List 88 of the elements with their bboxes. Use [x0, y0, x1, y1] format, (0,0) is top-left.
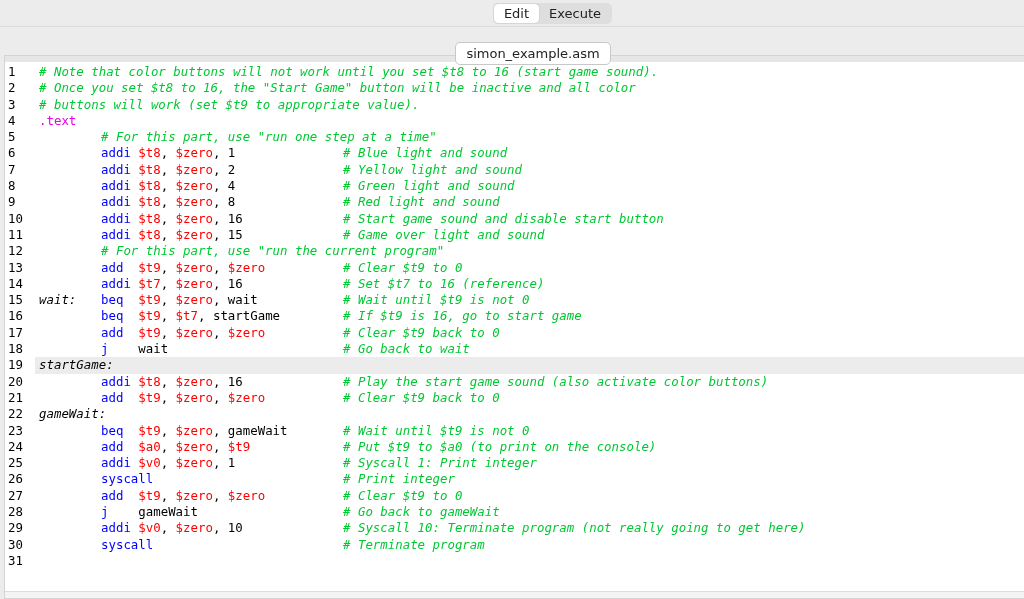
line-number: 24	[7, 438, 24, 456]
code-label: wait:	[39, 292, 77, 309]
line-number: 7	[7, 161, 17, 179]
line-number: 21	[7, 389, 24, 407]
file-tab[interactable]: simon_example.asm	[455, 42, 611, 65]
code-instruction: j wait	[101, 341, 169, 358]
line-number: 14	[7, 275, 24, 293]
line-number: 5	[7, 129, 17, 146]
line-number: 20	[7, 373, 24, 390]
line-number: 17	[7, 324, 24, 342]
line-number: 16	[7, 308, 24, 325]
code-label: startGame:	[39, 357, 114, 374]
code-comment: # Go back to wait	[343, 341, 470, 358]
code-comment: # Note that color buttons will not work until you set $t8 to 16 (start game sound).	[39, 64, 659, 81]
code-instruction: beq $t9, $zero, wait	[101, 292, 258, 309]
line-number: 1	[7, 64, 17, 81]
code-comment: # Terminate program	[343, 536, 485, 553]
line-number: 26	[7, 471, 24, 488]
line-number: 25	[7, 455, 24, 472]
line-number: 30	[7, 536, 24, 553]
horizontal-scrollbar[interactable]	[5, 591, 1024, 598]
code-directive: .text	[39, 112, 77, 130]
code-comment: # Yellow light and sound	[343, 161, 523, 179]
line-number: 28	[7, 504, 24, 521]
line-number: 2	[7, 80, 17, 97]
code-comment: # Wait until $t9 is not 0	[343, 422, 530, 439]
code-instruction: addi $t8, $zero, 4	[101, 178, 236, 195]
line-number: 22	[7, 406, 24, 423]
code-comment: # For this part, use "run the current program"	[101, 243, 445, 260]
line-number: 12	[7, 243, 24, 260]
line-number: 29	[7, 520, 24, 537]
code-comment: # If $t9 is 16, go to start game	[343, 308, 582, 325]
code-comment: # Syscall 1: Print integer	[343, 455, 537, 472]
line-number: 11	[7, 226, 24, 244]
code-instruction: addi $t8, $zero, 2	[101, 161, 236, 179]
line-number: 23	[7, 422, 24, 439]
code-label: gameWait:	[39, 406, 107, 423]
code-comment: # Put $t9 to $a0 (to print on the console)	[343, 438, 657, 456]
code-instruction: beq $t9, $zero, gameWait	[101, 422, 288, 439]
line-number: 27	[7, 487, 24, 504]
line-number: 10	[7, 210, 24, 227]
code-comment: # Clear $t9 back to 0	[343, 389, 500, 407]
code-comment: # Green light and sound	[343, 178, 515, 195]
line-number: 31	[7, 552, 24, 570]
code-instruction: add $t9, $zero, $zero	[101, 389, 266, 407]
mode-tab[interactable]: Edit	[493, 3, 540, 23]
code-comment: # For this part, use "run one step at a time"	[101, 129, 437, 146]
code-comment: # Game over light and sound	[343, 226, 545, 244]
line-number: 3	[7, 96, 17, 113]
code-comment: # Blue light and sound	[343, 145, 508, 162]
line-number: 18	[7, 341, 24, 358]
line-number: 9	[7, 194, 17, 211]
code-instruction: addi $t8, $zero, 8	[101, 194, 236, 211]
line-number: 13	[7, 259, 24, 276]
code-instruction: j gameWait	[101, 504, 198, 521]
code-instruction: beq $t9, $t7, startGame	[101, 308, 281, 325]
code-instruction: addi $v0, $zero, 10	[101, 520, 243, 537]
code-instruction: addi $t8, $zero, 15	[101, 226, 243, 244]
code-instruction: addi $t8, $zero, 16	[101, 373, 243, 390]
mode-tab[interactable]: Execute	[539, 3, 612, 23]
line-number: 6	[7, 145, 17, 162]
code-instruction: addi $v0, $zero, 1	[101, 455, 236, 472]
code-comment: # Once you set $t8 to 16, the "Start Game" button will be inactive and all color	[39, 80, 636, 97]
code-instruction: addi $t8, $zero, 16	[101, 210, 243, 227]
code-instruction: add $a0, $zero, $t9	[101, 438, 251, 456]
code-comment: # Print integer	[343, 471, 455, 488]
code-comment: # Clear $t9 to 0	[343, 487, 463, 504]
code-instruction: syscall	[101, 471, 154, 488]
code-comment: # Set $t7 to 16 (reference)	[343, 275, 545, 293]
code-comment: # buttons will work (set $t9 to appropriate value).	[39, 96, 420, 113]
code-comment: # Start game sound and disable start button	[343, 210, 664, 227]
line-number: 4	[7, 112, 17, 130]
code-comment: # Syscall 10: Terminate program (not really going to get here)	[343, 520, 806, 537]
code-comment: # Go back to gameWait	[343, 504, 500, 521]
code-comment: # Clear $t9 back to 0	[343, 324, 500, 342]
code-instruction: add $t9, $zero, $zero	[101, 324, 266, 342]
code-comment: # Wait until $t9 is not 0	[343, 292, 530, 309]
code-comment: # Red light and sound	[343, 194, 500, 211]
line-number: 8	[7, 178, 17, 195]
code-instruction: add $t9, $zero, $zero	[101, 259, 266, 276]
code-instruction: syscall	[101, 536, 154, 553]
code-instruction: addi $t8, $zero, 1	[101, 145, 236, 162]
code-comment: # Clear $t9 to 0	[343, 259, 463, 276]
code-instruction: addi $t7, $zero, 16	[101, 275, 243, 293]
code-comment: # Play the start game sound (also activate color buttons)	[343, 373, 769, 390]
line-number: 15	[7, 292, 24, 309]
line-number: 19	[7, 357, 24, 374]
code-instruction: add $t9, $zero, $zero	[101, 487, 266, 504]
